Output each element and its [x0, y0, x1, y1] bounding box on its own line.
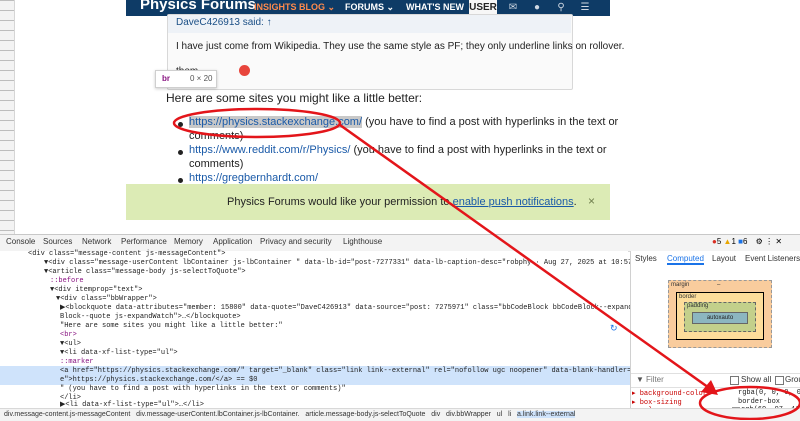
nav-insights-blog[interactable]: INSIGHTS BLOG ⌄	[254, 2, 335, 13]
group-checkbox[interactable]	[775, 376, 784, 385]
list-bullet	[178, 178, 183, 183]
tab-network[interactable]: Network	[82, 237, 111, 246]
angry-emoji-icon	[239, 65, 250, 76]
warning-count: 1	[731, 237, 736, 246]
breadcrumb-item[interactable]: li	[508, 411, 511, 418]
tab-privacy[interactable]: Privacy and security	[260, 237, 332, 246]
info-count: 6	[742, 237, 748, 246]
tab-memory[interactable]: Memory	[174, 237, 203, 246]
quote-text: I have just come from Wikipedia. They us…	[176, 41, 625, 52]
enable-push-link[interactable]: enable push notifications	[453, 196, 574, 208]
stackexchange-link[interactable]: https://physics.stackexchange.com/	[189, 116, 363, 128]
quote-author-link[interactable]: DaveC426913 said: ↑	[176, 17, 272, 28]
tab-lighthouse[interactable]: Lighthouse	[343, 237, 382, 246]
tab-computed[interactable]: Computed	[667, 254, 704, 265]
envelope-icon[interactable]: ✉	[507, 2, 519, 14]
tab-application[interactable]: Application	[213, 237, 252, 246]
dom-breadcrumbs: div.message-content.js-messageContent di…	[0, 408, 800, 421]
tab-styles[interactable]: Styles	[635, 254, 657, 263]
tab-performance[interactable]: Performance	[121, 237, 167, 246]
tooltip-tag: br	[162, 74, 170, 83]
bell-icon[interactable]: ●	[531, 2, 543, 14]
error-count: 5	[716, 237, 722, 246]
filter-icon: ▼	[636, 375, 644, 384]
box-padding-label: padding	[687, 303, 709, 309]
box-margin-value: –	[717, 282, 721, 288]
reddit-physics-link[interactable]: https://www.reddit.com/r/Physics/	[189, 144, 350, 156]
link-reveal-icon[interactable]: ↻	[610, 323, 618, 334]
banner-text: Physics Forums would like your permissio…	[227, 196, 577, 208]
breadcrumb-item[interactable]: div.bbWrapper	[446, 411, 491, 418]
element-inspect-tooltip: br 0 × 20	[155, 70, 217, 88]
settings-icon[interactable]: ⚙	[756, 237, 763, 246]
box-model-content: autoxauto	[692, 312, 748, 324]
group-label: Group	[785, 375, 800, 384]
show-all-label: Show all	[741, 375, 772, 384]
computed-prop-name[interactable]: ▸ background-color	[632, 389, 707, 398]
nav-whats-new[interactable]: WHAT'S NEW	[406, 2, 464, 12]
close-icon[interactable]: ✕	[775, 237, 782, 246]
list-item: https://www.reddit.com/r/Physics/ (you h…	[189, 144, 607, 156]
list-item: https://physics.stackexchange.com/ (you …	[189, 116, 619, 128]
menu-icon[interactable]: ☰	[579, 2, 591, 14]
computed-prop-value: rgba(0, 0, 0, 0)	[738, 389, 800, 397]
breadcrumb-item[interactable]: div	[431, 411, 440, 418]
list-item-continuation: comments)	[189, 130, 244, 142]
vertical-ruler	[0, 0, 15, 234]
computed-filter-input[interactable]	[646, 374, 716, 384]
box-border-label: border	[679, 294, 697, 300]
tooltip-dimensions: 0 × 20	[190, 74, 213, 83]
list-bullet	[178, 122, 183, 127]
site-logo[interactable]: Physics Forums	[140, 0, 256, 13]
gregbernhardt-link[interactable]: https://gregbernhardt.com/	[189, 172, 318, 184]
nav-forums[interactable]: FORUMS ⌄	[345, 2, 394, 13]
box-margin-label: margin	[671, 282, 690, 288]
more-options-icon[interactable]: ⋮	[765, 237, 773, 246]
list-item: https://gregbernhardt.com/	[189, 172, 318, 184]
breadcrumb-item-active[interactable]: a.link.link--external	[517, 411, 576, 418]
list-bullet	[178, 150, 183, 155]
banner-close-button[interactable]: ×	[588, 194, 595, 208]
breadcrumb-item[interactable]: div.message-userContent.lbContainer.js-l…	[136, 411, 299, 418]
breadcrumb-item[interactable]: article.message-body.js-selectToQuote	[305, 411, 425, 418]
breadcrumb-item[interactable]: ul	[497, 411, 502, 418]
breadcrumb-item[interactable]: div.message-content.js-messageContent	[4, 411, 130, 418]
devtools-status[interactable]: ●5 ▲1 ■6 ⚙ ⋮ ✕	[712, 237, 782, 246]
tab-console[interactable]: Console	[6, 237, 35, 246]
computed-prop-value: border-box	[738, 398, 781, 406]
tab-layout[interactable]: Layout	[712, 254, 736, 263]
search-icon[interactable]: ⚲	[555, 2, 567, 14]
show-all-checkbox[interactable]	[730, 376, 739, 385]
post-intro-text: Here are some sites you might like a lit…	[166, 91, 423, 105]
tab-event-listeners[interactable]: Event Listeners	[745, 254, 800, 263]
list-item-continuation: comments)	[189, 158, 244, 170]
tab-sources[interactable]: Sources	[43, 237, 72, 246]
